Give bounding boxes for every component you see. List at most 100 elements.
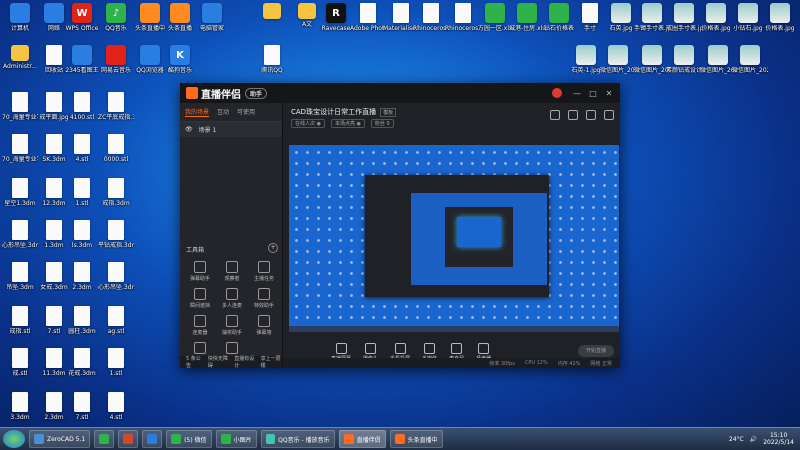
room-tag[interactable]: 模板 bbox=[380, 107, 397, 117]
taskbar-item[interactable] bbox=[118, 430, 139, 448]
desktop-icon[interactable] bbox=[254, 3, 290, 21]
desktop-icon[interactable]: 小钻石.jpg bbox=[730, 3, 766, 32]
tool-item[interactable]: 弹幕墙 bbox=[248, 315, 280, 336]
desktop-icon[interactable]: 4100.stl bbox=[64, 92, 100, 121]
desktop-icon[interactable]: 方园一区.xls bbox=[477, 3, 513, 32]
desktop-icon[interactable]: 戒圈手寸表.jpg bbox=[666, 3, 702, 32]
desktop-icon[interactable]: 星空1.3dm bbox=[2, 178, 38, 207]
taskbar-item[interactable]: ZeroCAD 5.1 bbox=[29, 430, 91, 448]
tool-item[interactable]: 特效助手 bbox=[248, 288, 280, 309]
desktop-icon[interactable]: 电脑管家 bbox=[194, 3, 230, 32]
desktop-icon[interactable]: 吊坠.3dm bbox=[2, 262, 38, 291]
desktop-icon[interactable]: 石英-1.jpg bbox=[568, 45, 604, 74]
status-item[interactable]: 直播有设计 bbox=[234, 355, 255, 369]
left-tab[interactable]: 可使用 bbox=[237, 107, 255, 117]
tool-icon bbox=[258, 288, 270, 300]
tools-add-icon[interactable]: + bbox=[268, 243, 278, 253]
eye-icon[interactable]: 👁 bbox=[185, 126, 193, 133]
taskbar-item[interactable]: 小图片 bbox=[215, 430, 257, 448]
desktop-icon[interactable]: 微信图片_20220... bbox=[700, 45, 736, 74]
desktop-icon[interactable]: Administr... bbox=[2, 45, 38, 70]
status-item[interactable]: 享上一层楼 bbox=[261, 355, 282, 369]
taskbar-item[interactable] bbox=[94, 430, 115, 448]
desktop-icon[interactable]: R Ravecase bbox=[318, 3, 354, 32]
desktop-icon[interactable]: Rhinoceros 5 bbox=[413, 3, 449, 32]
tool-item[interactable]: 瞬间遮挡 bbox=[184, 288, 216, 309]
desktop-icon[interactable]: 价格表.jpg bbox=[698, 3, 734, 32]
desktop-icon[interactable]: 戒指.stl bbox=[2, 306, 38, 335]
tool-item[interactable]: 多人连麦 bbox=[216, 288, 248, 309]
desktop-icon[interactable]: 头条直播 bbox=[162, 3, 198, 32]
desktop-icon[interactable]: 花戒.3dm bbox=[64, 348, 100, 377]
settings-icon[interactable] bbox=[568, 110, 578, 120]
status-item[interactable]: 5 条公告 bbox=[186, 355, 203, 369]
live-studio-window[interactable]: 直播伴侣 助手 — □ ✕ 我的场景 互动 可使用 👁 场景 1 工具箱 + 弹幕助… bbox=[180, 83, 620, 369]
desktop-icon[interactable]: 2.3dm bbox=[64, 262, 100, 291]
desktop-icon[interactable]: 2345看图王 bbox=[64, 45, 100, 74]
stream-preview[interactable] bbox=[289, 145, 619, 332]
desktop-icon[interactable]: 手镯手寸表.jpg bbox=[634, 3, 670, 32]
user-avatar[interactable] bbox=[552, 88, 562, 98]
desktop-icon[interactable]: 计算机 bbox=[2, 3, 38, 32]
desktop-icon[interactable]: ♪ QQ音乐 bbox=[98, 3, 134, 32]
desktop-icon[interactable]: ZC平底戒指.3dm bbox=[98, 92, 134, 121]
start-button[interactable] bbox=[3, 430, 25, 448]
desktop-icon[interactable]: 4.stl bbox=[98, 392, 134, 421]
desktop-icon[interactable]: Adobe Photosh... bbox=[350, 3, 386, 32]
desktop-icon[interactable]: 城港-住房.xls bbox=[509, 3, 545, 32]
desktop-icon[interactable]: W WPS Office bbox=[64, 3, 100, 32]
desktop-icon[interactable]: 3.3dm bbox=[2, 392, 38, 421]
taskbar-item[interactable]: 头条直播中 bbox=[389, 430, 443, 448]
start-live-button[interactable]: 开始直播 bbox=[578, 345, 614, 357]
taskbar-item[interactable] bbox=[142, 430, 163, 448]
desktop-icon[interactable]: 微信图片_2021109... bbox=[634, 45, 670, 74]
tool-item[interactable]: 抽奖助手 bbox=[216, 315, 248, 336]
tool-item[interactable]: 主播任务 bbox=[248, 261, 280, 282]
desktop-icon[interactable]: ag.stl bbox=[98, 306, 134, 335]
tool-item[interactable]: 连麦器 bbox=[184, 315, 216, 336]
taskbar-item[interactable]: QQ音乐 - 播放音乐 bbox=[260, 430, 335, 448]
desktop-icon[interactable]: 70_海量专业字体下载 bbox=[2, 134, 38, 163]
desktop-icon[interactable]: 心形吊坠.3dm bbox=[2, 220, 38, 249]
left-tab[interactable]: 互动 bbox=[217, 107, 229, 117]
desktop-icon[interactable]: 圆柱.3dm bbox=[64, 306, 100, 335]
desktop-icon[interactable]: 70_海量专业字体下载 bbox=[2, 92, 38, 121]
desktop-icon[interactable]: 微信图片_2022011... bbox=[732, 45, 768, 74]
desktop-icon[interactable]: 微信图片_20210... bbox=[600, 45, 636, 74]
desktop-icon[interactable]: 4.stl bbox=[64, 134, 100, 163]
desktop-icon[interactable]: 心形吊坠.3dm bbox=[98, 262, 134, 291]
desktop-icon[interactable]: 1.stl bbox=[64, 178, 100, 207]
maximize-icon[interactable]: □ bbox=[588, 88, 598, 98]
desktop-icon[interactable]: 戒指.3dm bbox=[98, 178, 134, 207]
desktop-icon[interactable]: 腾讯QQ bbox=[254, 45, 290, 74]
tool-icon bbox=[226, 288, 238, 300]
desktop-icon[interactable]: 素颜钻戒设计.png bbox=[666, 45, 702, 74]
desktop-icon[interactable]: ls.3dm bbox=[64, 220, 100, 249]
stl-icon bbox=[12, 348, 28, 368]
desktop-icon[interactable]: K 酷狗音乐 bbox=[162, 45, 198, 74]
tool-item[interactable]: 观察者 bbox=[216, 261, 248, 282]
clock[interactable]: 15:10 2022/5/14 bbox=[763, 432, 794, 446]
app-titlebar[interactable]: 直播伴侣 助手 — □ ✕ bbox=[180, 83, 620, 103]
scene-item[interactable]: 👁 场景 1 bbox=[180, 122, 282, 137]
desktop-icon[interactable]: 网易云音乐 bbox=[98, 45, 134, 74]
status-item[interactable]: 快快无障碍 bbox=[208, 355, 229, 369]
share-icon[interactable] bbox=[586, 110, 596, 120]
close-icon[interactable]: ✕ bbox=[604, 88, 614, 98]
desktop-icon[interactable]: 戒.stl bbox=[2, 348, 38, 377]
lock-icon[interactable] bbox=[550, 110, 560, 120]
volume-icon[interactable]: 🔊 bbox=[750, 436, 757, 443]
desktop-icon[interactable]: 平钻戒指.3dm bbox=[98, 220, 134, 249]
more-icon[interactable] bbox=[604, 110, 614, 120]
taskbar-item[interactable]: (5) 微信 bbox=[166, 430, 212, 448]
minimize-icon[interactable]: — bbox=[572, 88, 582, 98]
room-title[interactable]: CAD珠宝设计日常工作直播 bbox=[291, 107, 376, 117]
desktop-icon[interactable]: 7.stl bbox=[64, 392, 100, 421]
taskbar-item[interactable]: 直播伴侣 bbox=[338, 430, 386, 448]
desktop-icon[interactable]: 价格表.jpg bbox=[762, 3, 798, 32]
desktop-icon[interactable]: 0000.stl bbox=[98, 134, 134, 163]
left-tab[interactable]: 我的场景 bbox=[185, 107, 210, 117]
desktop-icon[interactable]: Rhinoceros 5 (64-bit) bbox=[445, 3, 481, 32]
desktop-icon[interactable]: 1.stl bbox=[98, 348, 134, 377]
tool-item[interactable]: 弹幕助手 bbox=[184, 261, 216, 282]
